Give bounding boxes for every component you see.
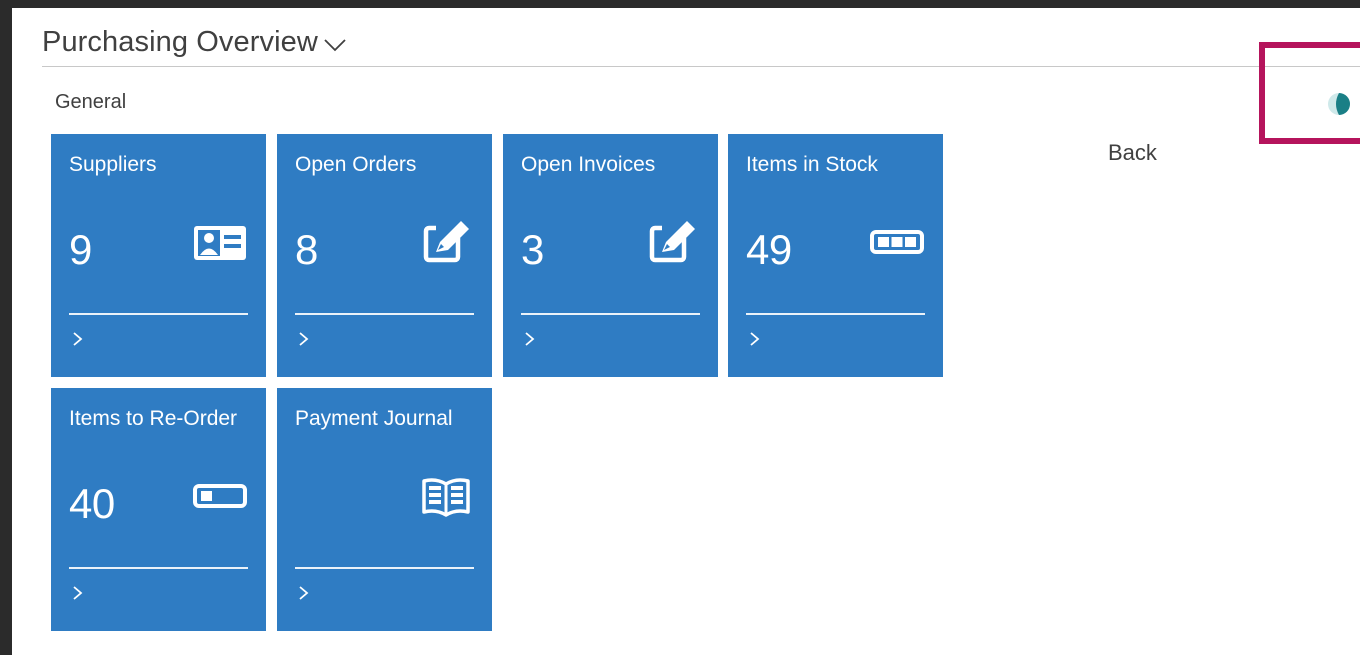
tile-items-to-reorder[interactable]: Items to Re-Order 40 (51, 388, 266, 631)
tile-open-invoices[interactable]: Open Invoices 3 (503, 134, 718, 377)
tile-value: 3 (521, 226, 544, 273)
page: Purchasing Overview General Suppliers 9 … (12, 8, 1360, 655)
tile-value: 49 (746, 226, 792, 273)
tile-divider (69, 313, 248, 315)
chevron-right-icon[interactable] (523, 330, 537, 348)
chevron-right-icon[interactable] (297, 584, 311, 602)
tile-title: Items to Re-Order (69, 407, 238, 430)
tile-divider (521, 313, 700, 315)
tile-payment-journal[interactable]: Payment Journal (277, 388, 492, 631)
tile-value: 40 (69, 480, 115, 527)
chevron-down-icon[interactable] (322, 35, 348, 55)
tile-divider (295, 313, 474, 315)
tile-items-in-stock[interactable]: Items in Stock 49 (728, 134, 943, 377)
section-label-general: General (55, 91, 127, 113)
tile-title: Open Invoices (521, 153, 656, 176)
battery-full-icon (870, 230, 924, 254)
page-header[interactable]: Purchasing Overview (42, 26, 348, 59)
tile-value: 8 (295, 226, 318, 273)
edit-icon (649, 221, 695, 263)
chevron-right-icon[interactable] (71, 584, 85, 602)
tile-divider (295, 567, 474, 569)
tile-open-orders[interactable]: Open Orders 8 (277, 134, 492, 377)
edit-icon (423, 221, 469, 263)
tile-suppliers[interactable]: Suppliers 9 (51, 134, 266, 377)
tile-divider (69, 567, 248, 569)
tile-title: Open Orders (295, 153, 417, 176)
contact-card-icon (194, 226, 246, 260)
tile-title: Items in Stock (746, 153, 878, 176)
header-divider (42, 66, 1360, 67)
tile-divider (746, 313, 925, 315)
battery-low-icon (193, 484, 247, 508)
tile-title: Suppliers (69, 153, 157, 176)
tile-value: 9 (69, 226, 92, 273)
chevron-right-icon[interactable] (71, 330, 85, 348)
tile-title: Payment Journal (295, 407, 453, 430)
chevron-right-icon[interactable] (297, 330, 311, 348)
chevron-right-icon[interactable] (748, 330, 762, 348)
open-book-icon (422, 478, 470, 517)
back-link[interactable]: Back (1108, 140, 1157, 166)
progress-half-icon[interactable] (1325, 90, 1353, 118)
page-title: Purchasing Overview (42, 26, 318, 58)
